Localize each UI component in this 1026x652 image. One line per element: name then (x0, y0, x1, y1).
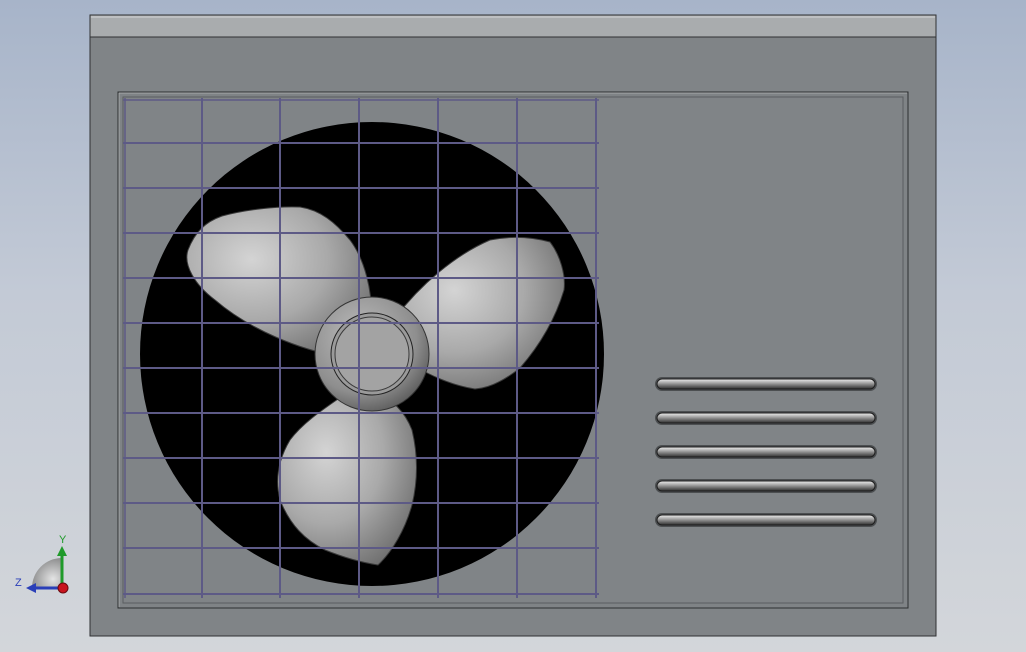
vent-slot[interactable] (655, 513, 877, 527)
z-axis-arrowhead-icon (26, 583, 36, 593)
housing-top-rim[interactable] (89, 14, 937, 38)
vent-slot[interactable] (655, 479, 877, 493)
fan-hub-cap (334, 316, 410, 392)
cad-viewport[interactable]: Y Z (0, 0, 1026, 652)
y-axis-label: Y (59, 534, 67, 546)
coordinate-triad[interactable]: Y Z (15, 534, 69, 594)
vent-slot[interactable] (655, 377, 877, 391)
z-axis-label: Z (15, 577, 22, 589)
vent-slot[interactable] (655, 445, 877, 459)
x-axis-origin-icon (57, 582, 69, 594)
vent-slot[interactable] (655, 411, 877, 425)
fan-assembly[interactable] (140, 122, 604, 586)
triad-orientation-quadrant-icon (32, 558, 62, 588)
y-axis-arrowhead-icon (57, 546, 67, 556)
